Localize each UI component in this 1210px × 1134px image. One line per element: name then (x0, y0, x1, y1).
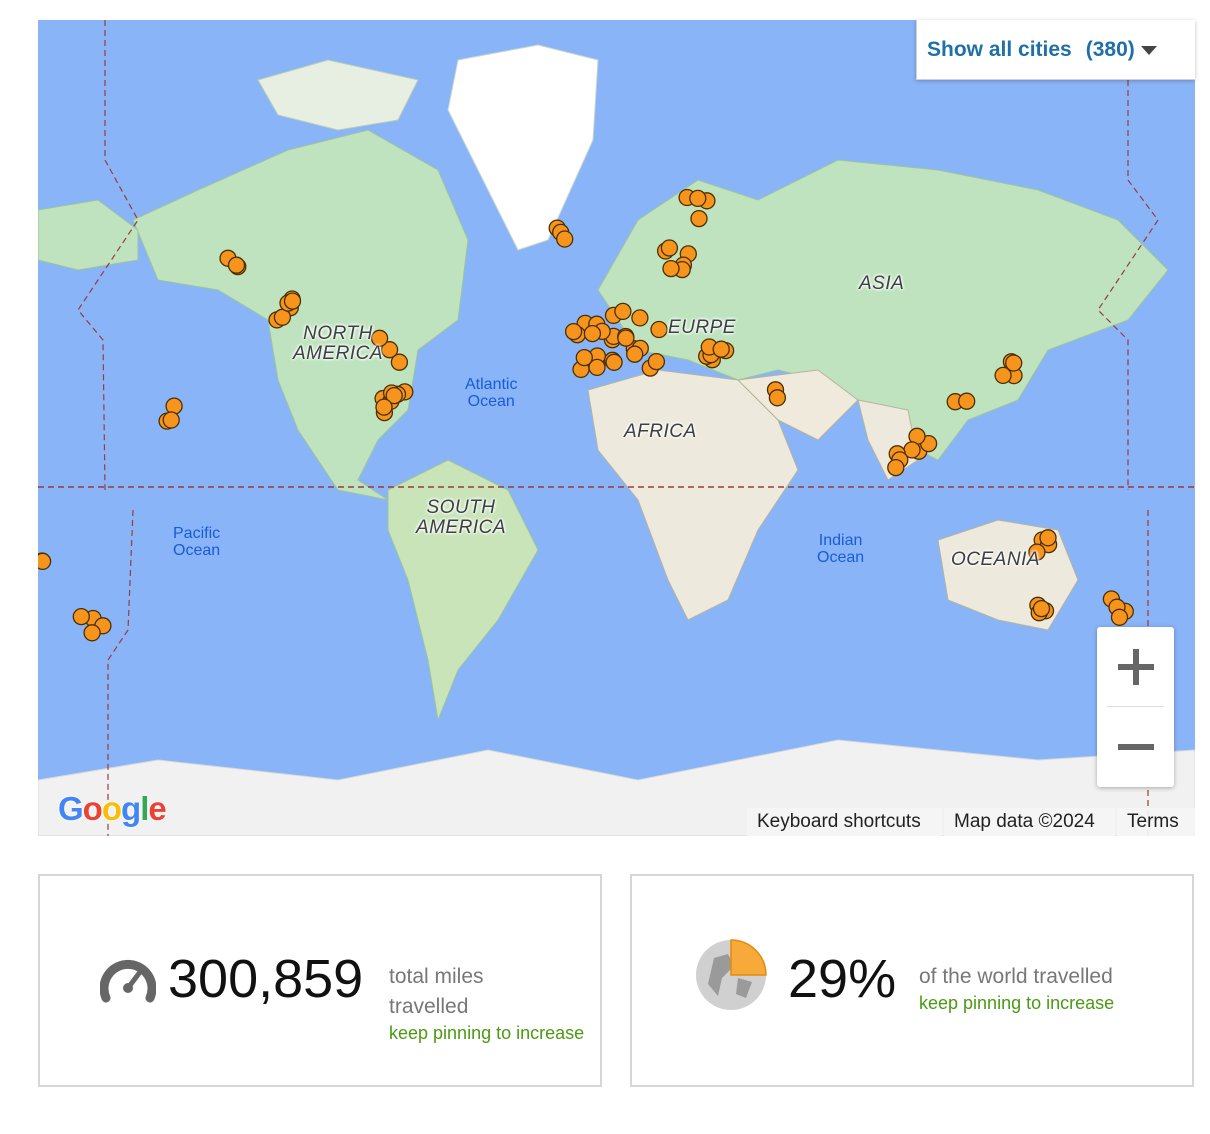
city-pin[interactable] (72, 607, 90, 626)
city-pin[interactable] (617, 329, 635, 347)
miles-stat-card: 300,859 total miles travelled keep pinni… (38, 874, 602, 1087)
show-all-label: Show all cities (927, 37, 1072, 61)
world-stat-card: 29% of the world travelled keep pinning … (630, 874, 1194, 1087)
city-pin[interactable] (227, 256, 246, 274)
city-pin[interactable] (165, 397, 183, 415)
zoom-control (1097, 627, 1174, 787)
city-pin[interactable] (605, 353, 623, 371)
world-description: of the world travelled (919, 965, 1113, 988)
show-all-cities-dropdown[interactable]: Show all cities (380) (916, 20, 1195, 80)
city-pin[interactable] (564, 322, 583, 341)
world-map[interactable]: NORTH AMERICA SOUTH AMERICA AFRICA ASIA … (38, 20, 1195, 836)
city-pin[interactable] (768, 389, 787, 407)
city-pin[interactable] (83, 624, 101, 642)
chevron-down-icon (1140, 46, 1157, 55)
miles-description: total miles travelled (389, 965, 484, 1018)
zoom-out-button[interactable] (1097, 707, 1174, 787)
city-pin[interactable] (1032, 599, 1051, 618)
label-asia: ASIA (859, 273, 905, 294)
city-pin[interactable] (283, 292, 302, 310)
city-pin[interactable] (1110, 608, 1129, 626)
city-pin[interactable] (647, 352, 666, 371)
minus-icon (1117, 744, 1154, 750)
land-greenland (447, 44, 599, 251)
speedometer-icon (100, 959, 156, 1003)
city-pin[interactable] (162, 411, 180, 429)
label-north-america: NORTH AMERICA (293, 323, 384, 364)
city-pin[interactable] (712, 340, 730, 358)
map-canvas[interactable] (38, 20, 1195, 836)
label-atlantic-ocean: Atlantic Ocean (465, 376, 518, 410)
label-indian-ocean: Indian Ocean (817, 532, 865, 566)
city-pin[interactable] (375, 398, 393, 416)
city-pin[interactable] (390, 353, 409, 371)
city-pin[interactable] (575, 348, 593, 367)
google-logo[interactable]: Google (58, 790, 167, 828)
city-pin[interactable] (689, 189, 707, 208)
city-pin[interactable] (662, 259, 680, 278)
label-south-america: SOUTH AMERICA (416, 497, 507, 538)
city-pin[interactable] (1039, 529, 1057, 547)
city-pin[interactable] (583, 324, 602, 343)
city-pin[interactable] (660, 239, 679, 257)
label-europe: EURPE (668, 317, 736, 338)
zoom-in-button[interactable] (1097, 627, 1174, 707)
label-africa: AFRICA (624, 421, 697, 442)
miles-value: 300,859 (168, 949, 364, 1009)
world-hint: keep pinning to increase (919, 993, 1115, 1013)
city-pin[interactable] (994, 366, 1012, 385)
city-pin[interactable] (631, 309, 649, 327)
land-arctic-islands (257, 59, 419, 131)
city-pin[interactable] (556, 230, 574, 248)
land-north-america (132, 129, 469, 501)
miles-hint: keep pinning to increase (389, 1023, 585, 1043)
world-percent-value: 29% (788, 949, 897, 1009)
city-count: (380) (1085, 37, 1135, 61)
label-oceania: OCEANIA (951, 549, 1041, 570)
city-pin[interactable] (38, 552, 52, 571)
label-pacific-ocean: Pacific Ocean (173, 525, 221, 559)
city-pin[interactable] (650, 320, 668, 339)
city-pin[interactable] (690, 209, 708, 228)
plus-icon (1117, 649, 1154, 685)
terms-link[interactable]: Terms (1117, 808, 1195, 836)
city-pin[interactable] (958, 392, 976, 410)
keyboard-shortcuts-link[interactable]: Keyboard shortcuts (747, 808, 942, 836)
city-pin[interactable] (626, 345, 644, 363)
globe-pie-icon (696, 939, 767, 1010)
city-pin[interactable] (614, 302, 632, 321)
map-data-attribution: Map data ©2024 (944, 808, 1115, 836)
land-alaska (38, 199, 139, 271)
city-pin[interactable] (887, 458, 905, 477)
land-australia (937, 519, 1079, 631)
